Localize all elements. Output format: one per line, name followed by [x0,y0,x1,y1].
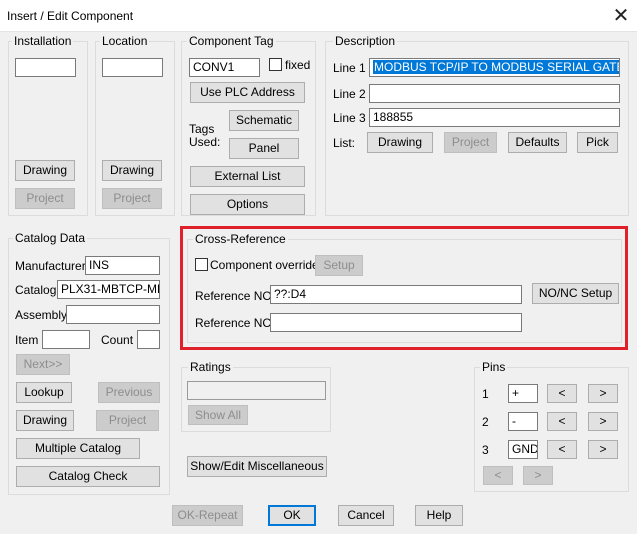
description-drawing-button[interactable]: Drawing [367,132,433,153]
count-label: Count [101,333,134,347]
installation-label: Installation [12,34,74,48]
pin-number: 2 [482,415,489,429]
pin-left-button[interactable]: < [547,440,577,459]
chevron-left-icon: < [558,442,566,456]
tags-used-label-line1: Tags [189,122,215,136]
panel-button[interactable]: Panel [229,138,299,159]
manufacturer-label: Manufacturer [15,259,86,273]
lookup-button[interactable]: Lookup [16,382,72,403]
pin-left-button[interactable]: < [547,384,577,403]
assembly-input[interactable] [66,305,160,324]
line2-input[interactable] [369,84,620,103]
catalog-drawing-button[interactable]: Drawing [16,410,74,431]
pin-value-input[interactable]: GND [508,440,538,459]
pin-value-input[interactable]: + [508,384,538,403]
tags-used-label-line2: Used: [189,135,221,149]
line3-label: Line 3 [333,111,366,125]
pick-button[interactable]: Pick [577,132,618,153]
help-button[interactable]: Help [415,505,463,526]
assembly-label: Assembly [15,308,68,322]
show-edit-miscellaneous-button[interactable]: Show/Edit Miscellaneous [187,456,327,477]
pin-value-input[interactable]: - [508,412,538,431]
external-list-button[interactable]: External List [190,166,305,187]
pins-label: Pins [480,360,508,374]
count-input[interactable] [137,330,160,349]
pin-right-button[interactable]: > [588,440,618,459]
location-input[interactable] [102,58,163,77]
window-title: Insert / Edit Component [7,9,134,23]
chevron-left-icon: < [558,386,566,400]
component-tag-input[interactable]: CONV1 [189,58,260,77]
location-project-button[interactable]: Project [102,188,162,209]
defaults-button[interactable]: Defaults [508,132,567,153]
chevron-right-icon: > [599,442,607,456]
fixed-checkbox[interactable] [269,58,282,71]
schematic-button[interactable]: Schematic [229,110,299,131]
ratings-input[interactable] [187,381,326,400]
pins-next-button[interactable]: > [523,466,553,485]
line2-label: Line 2 [333,87,366,101]
catalog-data-label: Catalog Data [13,231,88,245]
pins-prev-button[interactable]: < [483,466,513,485]
chevron-right-icon: > [599,414,607,428]
catalog-input[interactable]: PLX31-MBTCP-MBS [57,280,160,299]
next-button[interactable]: Next>> [16,354,70,375]
location-drawing-button[interactable]: Drawing [102,160,162,181]
cancel-button[interactable]: Cancel [338,505,394,526]
line1-input[interactable]: MODBUS TCP/IP TO MODBUS SERIAL GATEWAY [369,58,620,77]
description-label: Description [333,34,398,48]
catalog-label: Catalog [15,283,57,297]
chevron-left-icon: < [558,414,566,428]
show-all-button[interactable]: Show All [188,405,248,425]
ratings-label: Ratings [188,360,233,374]
pin-number: 3 [482,443,489,457]
ok-button[interactable]: OK [268,505,316,526]
pin-right-button[interactable]: > [588,384,618,403]
description-project-button[interactable]: Project [444,132,497,153]
pin-right-button[interactable]: > [588,412,618,431]
item-input[interactable] [42,330,90,349]
pin-left-button[interactable]: < [547,412,577,431]
fixed-label: fixed [285,58,311,72]
options-button[interactable]: Options [190,194,305,215]
close-icon[interactable]: ✕ [606,2,636,30]
location-label: Location [100,34,150,48]
previous-button[interactable]: Previous [98,382,160,403]
chevron-right-icon: > [534,468,542,482]
component-tag-label: Component Tag [187,34,276,48]
ok-repeat-button[interactable]: OK-Repeat [172,505,243,526]
item-label: Item [15,333,39,347]
chevron-right-icon: > [599,386,607,400]
chevron-left-icon: < [494,468,502,482]
pin-number: 1 [482,387,489,401]
list-label: List: [333,136,356,150]
highlight-box [180,226,628,350]
multiple-catalog-button[interactable]: Multiple Catalog [16,438,140,459]
installation-input[interactable] [15,58,76,77]
catalog-check-button[interactable]: Catalog Check [16,466,160,487]
line3-input[interactable]: 188855 [369,108,620,127]
installation-drawing-button[interactable]: Drawing [15,160,75,181]
use-plc-address-button[interactable]: Use PLC Address [190,82,305,103]
manufacturer-input[interactable]: INS [85,256,160,275]
line1-value: MODBUS TCP/IP TO MODBUS SERIAL GATEWAY [373,60,619,74]
catalog-project-button[interactable]: Project [96,410,159,431]
installation-project-button[interactable]: Project [15,188,75,209]
line1-label: Line 1 [333,61,366,75]
